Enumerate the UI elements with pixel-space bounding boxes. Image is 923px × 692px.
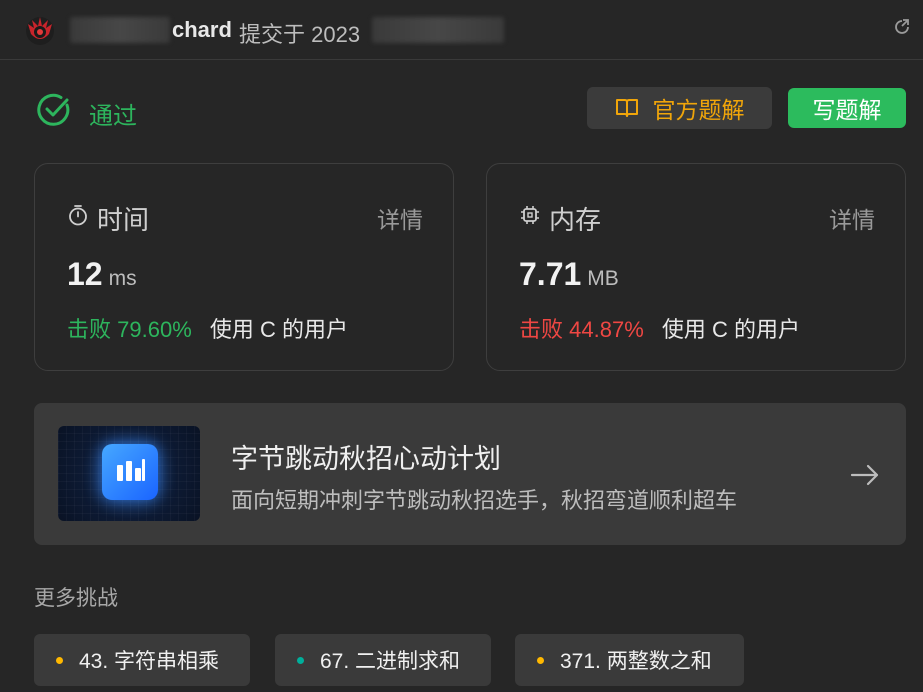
book-icon [615,99,638,117]
challenge-label: 43. 字符串相乘 [79,650,220,673]
promo-banner[interactable]: 字节跳动秋招心动计划 面向短期冲刺字节跳动秋招选手，秋招弯道顺利超车 [34,403,906,545]
submission-header: chard 提交于 2023 [0,0,923,60]
difficulty-dot-icon [56,656,63,664]
chip-icon [521,206,539,224]
timer-icon [69,205,87,226]
memory-title: 内存 [549,205,602,235]
challenge-label: 371. 两整数之和 [560,650,712,673]
memory-unit: MB [587,267,619,290]
more-challenges-title: 更多挑战 [34,587,118,610]
time-title: 时间 [97,205,150,235]
redacted-name [70,17,170,43]
memory-beat-label: 击败 [519,317,564,342]
status-label: 通过 [89,103,137,130]
submitted-text: 提交于 2023 [239,22,361,47]
memory-beat-suffix: 使用 C 的用户 [661,317,801,342]
promo-image [58,426,200,521]
time-detail-link[interactable]: 详情 [377,201,423,235]
promo-logo-icon [102,444,158,500]
memory-beat-percent: 44.87% [569,317,644,342]
redacted-date [372,17,504,43]
time-value: 12 [67,256,103,292]
memory-value: 7.71 [519,256,582,292]
time-value-row: 12 ms [67,256,137,293]
challenge-item[interactable]: 371. 两整数之和 [515,634,744,686]
promo-subtitle: 面向短期冲刺字节跳动秋招选手，秋招弯道顺利超车 [231,488,738,513]
time-beat-suffix: 使用 C 的用户 [209,317,349,342]
official-solution-button[interactable]: 官方题解 [587,87,772,129]
difficulty-dot-icon [537,656,544,664]
promo-title: 字节跳动秋招心动计划 [231,444,501,474]
memory-card: 内存 详情 7.71 MB 击败 44.87% 使用 C 的用户 [486,163,906,371]
time-unit: ms [108,267,137,290]
time-card: 时间 详情 12 ms 击败 79.60% 使用 C 的用户 [34,163,454,371]
challenge-item[interactable]: 67. 二进制求和 [275,634,491,686]
external-link-icon[interactable] [893,18,911,36]
memory-detail-link[interactable]: 详情 [829,201,875,235]
time-beat-label: 击败 [67,317,112,342]
arrow-right-icon[interactable] [849,459,881,491]
time-beat: 击败 79.60% 使用 C 的用户 [67,312,348,344]
challenge-item[interactable]: 43. 字符串相乘 [34,634,250,686]
author-name[interactable]: chard [172,17,232,43]
check-circle-icon [37,93,70,126]
avatar-icon[interactable] [24,14,56,46]
time-beat-percent: 79.60% [117,317,192,342]
memory-value-row: 7.71 MB [519,256,619,293]
challenge-label: 67. 二进制求和 [320,650,461,673]
difficulty-dot-icon [297,656,304,664]
write-solution-button[interactable]: 写题解 [788,88,906,128]
official-solution-label: 官方题解 [652,97,745,123]
memory-beat: 击败 44.87% 使用 C 的用户 [519,312,800,344]
